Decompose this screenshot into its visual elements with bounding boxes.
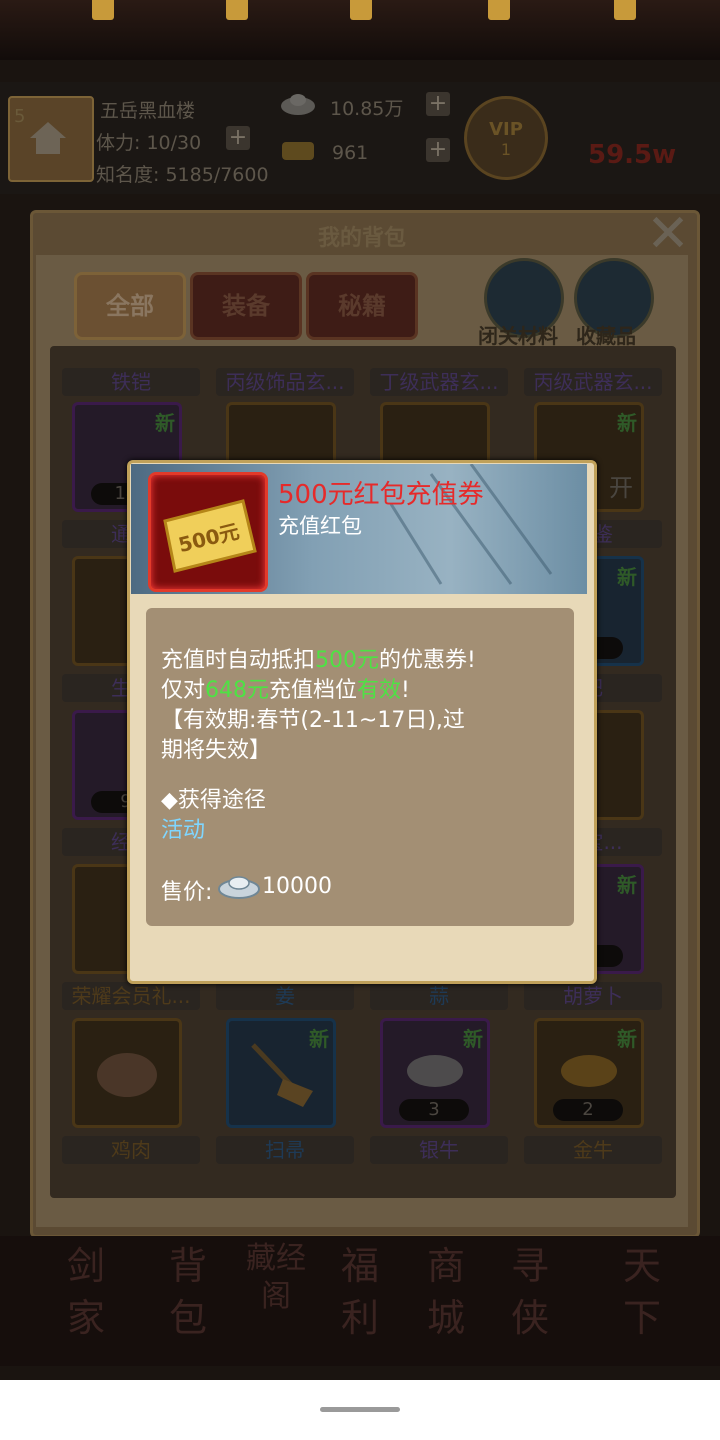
- new-badge: 新: [617, 873, 637, 897]
- validity-line: 期将失效】: [161, 738, 272, 763]
- fame-text: 知名度: 5185/7600: [96, 164, 269, 186]
- home-gesture-bar[interactable]: [320, 1407, 400, 1412]
- nav-shop[interactable]: 商城: [410, 1240, 482, 1356]
- desc-text: 充值档位: [269, 678, 358, 703]
- gold-ingot-icon: [282, 142, 314, 160]
- tab-all[interactable]: 全部: [74, 272, 186, 340]
- retreat-materials-label: 闭关材料: [478, 324, 558, 348]
- item-name: 胡萝卜: [524, 982, 662, 1010]
- desc-text: 充值时自动抵扣: [161, 648, 316, 673]
- item-name: 丙级武器玄...: [524, 368, 662, 396]
- lantern-icon: [488, 0, 510, 20]
- nav-backpack[interactable]: 背包: [152, 1240, 224, 1356]
- silver-ox-icon: [407, 1055, 463, 1087]
- stamina-text: 体力: 10/30: [96, 132, 202, 154]
- red-envelope-coupon-icon: 500元: [163, 499, 257, 573]
- silver-ingot-icon: [218, 876, 260, 899]
- nav-recruit[interactable]: 寻侠: [494, 1240, 566, 1356]
- vip-label: VIP: [489, 119, 523, 140]
- item-name: 姜: [216, 982, 354, 1010]
- house-icon: [30, 122, 66, 154]
- silver-amount: 10.85万: [330, 98, 404, 120]
- desc-text: 仅对: [161, 678, 206, 703]
- item-title: 500元红包充值券: [278, 480, 484, 510]
- item-slot[interactable]: 新: [226, 1018, 336, 1128]
- desc-highlight: 有效: [357, 678, 402, 703]
- desc-text: !: [401, 678, 410, 703]
- price-value: 10000: [262, 874, 332, 899]
- gold-amount: 961: [332, 142, 369, 164]
- item-name: 丁级武器玄...: [370, 368, 508, 396]
- desc-text: 的优惠券!: [379, 648, 476, 673]
- item-slot[interactable]: 新 2: [534, 1018, 644, 1128]
- source-link[interactable]: 活动: [161, 812, 205, 844]
- item-slot[interactable]: 新 3: [380, 1018, 490, 1128]
- tab-equipment[interactable]: 装备: [190, 272, 302, 340]
- item-slot[interactable]: [72, 1018, 182, 1128]
- nav-sword-house[interactable]: 剑家: [50, 1240, 122, 1356]
- new-badge: 新: [155, 411, 175, 435]
- add-stamina-button[interactable]: +: [226, 126, 250, 150]
- description-line: 仅对648元充值档位有效!: [161, 672, 410, 704]
- desc-highlight: 648元: [205, 678, 270, 703]
- combat-power: 59.5w: [588, 140, 677, 170]
- item-type: 充值红包: [278, 514, 362, 538]
- silver-ingot-icon: [281, 94, 315, 115]
- item-name: 银牛: [370, 1136, 508, 1164]
- item-icon-frame: 500元: [148, 472, 268, 592]
- top-decor-strip: [0, 0, 720, 60]
- item-name: 荣耀会员礼...: [62, 982, 200, 1010]
- description-line: 充值时自动抵扣500元的优惠券!: [161, 642, 476, 674]
- item-name: 丙级饰品玄...: [216, 368, 354, 396]
- vip-level: 1: [500, 140, 512, 159]
- add-silver-button[interactable]: +: [426, 92, 450, 116]
- lantern-icon: [614, 0, 636, 20]
- gold-ox-icon: [561, 1055, 617, 1087]
- item-count: 3: [399, 1099, 469, 1121]
- nav-world[interactable]: 天下: [606, 1240, 678, 1356]
- open-label: 开: [609, 474, 633, 502]
- lantern-icon: [350, 0, 372, 20]
- chicken-icon: [97, 1053, 157, 1097]
- lantern-icon: [92, 0, 114, 20]
- source-title: ◆获得途径: [161, 788, 266, 813]
- close-icon[interactable]: ✕: [640, 208, 696, 264]
- price-label: 售价:: [161, 880, 213, 905]
- item-name: 铁铠: [62, 368, 200, 396]
- tab-manuals[interactable]: 秘籍: [306, 272, 418, 340]
- item-name: 鸡肉: [62, 1136, 200, 1164]
- add-gold-button[interactable]: +: [426, 138, 450, 162]
- vip-badge[interactable]: VIP 1: [464, 96, 548, 180]
- broom-icon: [251, 1043, 313, 1107]
- validity-line: 【有效期:春节(2-11~17日),过: [161, 708, 465, 733]
- nav-library[interactable]: 藏经阁: [240, 1240, 312, 1356]
- backpack-title: 我的背包: [317, 226, 406, 251]
- new-badge: 新: [617, 565, 637, 589]
- item-name: 扫帚: [216, 1136, 354, 1164]
- item-name: 蒜: [370, 982, 508, 1010]
- item-name: 金牛: [524, 1136, 662, 1164]
- level-badge: 5: [14, 106, 26, 127]
- lantern-icon: [226, 0, 248, 20]
- item-count: 2: [553, 1099, 623, 1121]
- new-badge: 新: [617, 411, 637, 435]
- desc-highlight: 500元: [315, 648, 380, 673]
- player-name: 五岳黑血楼: [100, 100, 196, 122]
- nav-welfare[interactable]: 福利: [324, 1240, 396, 1356]
- collectibles-label: 收藏品: [576, 324, 636, 348]
